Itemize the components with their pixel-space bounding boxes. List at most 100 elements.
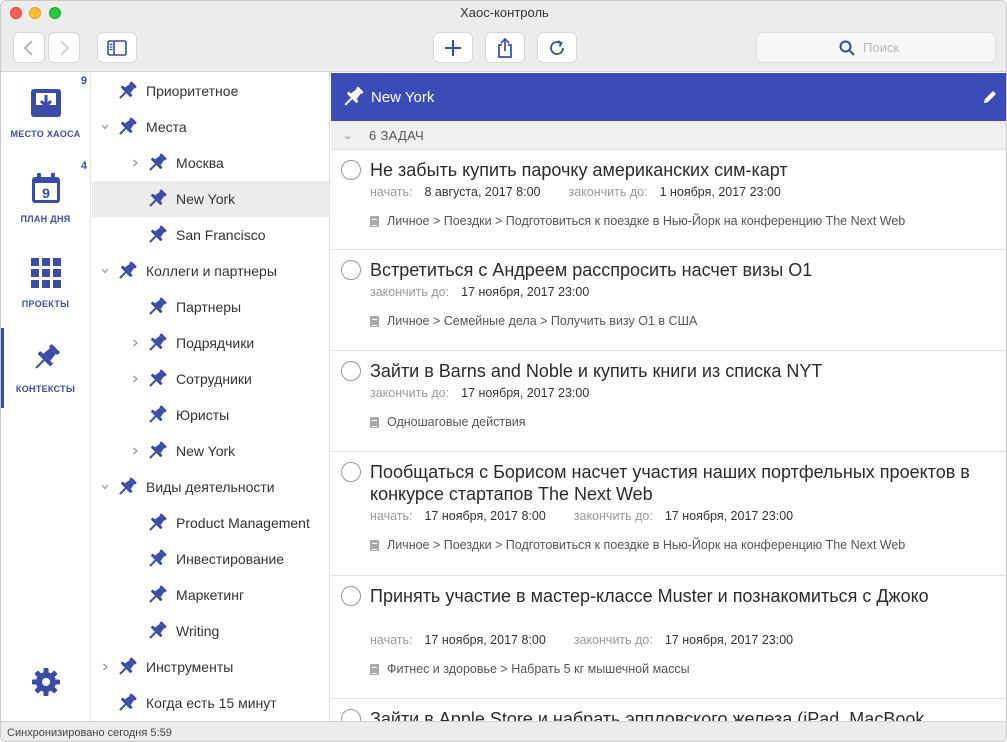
document-icon [370, 539, 379, 551]
chevron-right-icon[interactable] [100, 662, 110, 672]
pin-icon [116, 260, 138, 282]
task-project-path[interactable]: Личное > Семейные дела > Получить визу О… [370, 314, 697, 328]
tree-item[interactable]: Коллеги и партнеры [92, 253, 329, 289]
pin-icon [146, 188, 168, 210]
pencil-icon[interactable] [982, 89, 998, 105]
tree-item[interactable]: Приоритетное [92, 73, 329, 109]
plus-icon [445, 39, 461, 56]
task-row[interactable]: Пообщаться с Борисом насчет участия наши… [331, 452, 1006, 576]
document-icon [370, 315, 379, 327]
task-count-bar[interactable]: ⌄ 6 ЗАДАЧ [331, 121, 1006, 150]
tree-item[interactable]: Product Management [92, 505, 329, 541]
gear-icon[interactable] [31, 667, 61, 697]
sync-button[interactable] [537, 32, 577, 63]
task-title: Зайти в Apple Store и набрать эппловског… [370, 709, 925, 721]
grid-icon [31, 258, 61, 288]
back-button[interactable] [13, 32, 45, 63]
add-button[interactable] [433, 32, 473, 63]
task-checkbox[interactable] [341, 586, 361, 606]
tree-item[interactable]: San Francisco [92, 217, 329, 253]
search-input[interactable] [863, 40, 913, 55]
task-checkbox[interactable] [341, 160, 361, 180]
chevron-down-icon[interactable] [100, 266, 110, 276]
rail-count: 4 [80, 160, 87, 172]
task-checkbox[interactable] [341, 709, 361, 721]
task-row[interactable]: Принять участие в мастер-классе Muster и… [331, 576, 1006, 699]
task-dates: закончить до: 17 ноября, 2017 23:00 [370, 285, 589, 299]
pin-icon [116, 80, 138, 102]
tree-item[interactable]: New York [92, 181, 329, 217]
due-date: 17 ноября, 2017 23:00 [664, 633, 794, 647]
inbox-icon [31, 89, 61, 117]
tree-item[interactable]: Москва [92, 145, 329, 181]
due-date: 17 ноября, 2017 23:00 [461, 285, 590, 299]
toggle-sidebar-button[interactable] [97, 32, 137, 63]
tree-item-label: New York [176, 443, 236, 459]
task-row[interactable]: Зайти в Apple Store и набрать эппловског… [331, 699, 1006, 721]
task-path-text: Личное > Семейные дела > Получить визу О… [387, 314, 698, 328]
rail-item-chaos[interactable]: 9 МЕСТО ХАОСА [1, 73, 90, 153]
tree-item[interactable]: Юристы [92, 397, 329, 433]
sidebar-icon [107, 39, 127, 56]
due-label: закончить до: [573, 509, 653, 523]
tree-item-label: Инструменты [146, 659, 234, 675]
chevron-right-icon[interactable] [130, 446, 140, 456]
due-label: закончить до: [568, 185, 648, 199]
task-checkbox[interactable] [341, 260, 361, 280]
tree-item[interactable]: Виды деятельности [92, 469, 329, 505]
document-icon [370, 663, 379, 675]
due-label: закончить до: [370, 285, 450, 299]
forward-button[interactable] [48, 32, 80, 63]
chevron-right-icon[interactable] [130, 338, 140, 348]
rail-item-day-plan[interactable]: 4 9 ПЛАН ДНЯ [1, 158, 90, 238]
tree-item-label: Когда есть 15 минут [146, 695, 277, 711]
tree-item[interactable]: Маркетинг [92, 577, 329, 613]
task-title: Зайти в Barns and Noble и купить книги и… [370, 361, 823, 381]
start-label: начать: [370, 509, 413, 523]
task-title: Не забыть купить парочку американских си… [370, 160, 788, 180]
task-path-text: Личное > Поездки > Подготовиться к поезд… [387, 214, 906, 228]
task-project-path[interactable]: Личное > Поездки > Подготовиться к поезд… [370, 538, 905, 552]
task-path-text: Одношаговые действия [387, 415, 526, 429]
task-checkbox[interactable] [341, 361, 361, 381]
tree-item-label: Места [146, 119, 187, 135]
rail-label: МЕСТО ХАОСА [10, 129, 81, 139]
tree-item[interactable]: Партнеры [92, 289, 329, 325]
pin-icon [35, 344, 60, 369]
tree-item[interactable]: Writing [92, 613, 329, 649]
pin-icon [146, 224, 168, 246]
tree-item[interactable]: Инструменты [92, 649, 329, 685]
tree-item[interactable]: Места [92, 109, 329, 145]
tree-item[interactable]: Инвестирование [92, 541, 329, 577]
chevron-down-icon[interactable] [100, 482, 110, 492]
task-dates: начать: 8 августа, 2017 8:00 закончить до:… [370, 185, 781, 199]
rail-label: ПЛАН ДНЯ [20, 214, 71, 224]
tree-item-label: Подрядчики [176, 335, 255, 351]
rail-label: ПРОЕКТЫ [21, 299, 70, 309]
task-title: Встретиться с Андреем расспросить насчет… [370, 260, 813, 280]
tree-item[interactable]: Подрядчики [92, 325, 329, 361]
tree-item-label: Виды деятельности [146, 479, 275, 495]
chevron-right-icon[interactable] [130, 158, 140, 168]
task-checkbox[interactable] [341, 462, 361, 482]
chevron-down-icon[interactable] [100, 122, 110, 132]
task-row[interactable]: Не забыть купить парочку американских си… [331, 150, 1006, 250]
tree-item[interactable]: Сотрудники [92, 361, 329, 397]
pin-icon [116, 656, 138, 678]
task-project-path[interactable]: Одношаговые действия [370, 415, 525, 429]
share-button[interactable] [485, 32, 525, 63]
task-count: 6 ЗАДАЧ [369, 128, 425, 143]
app-window: Хаос-контроль 9 МЕСТО ХАОСА [0, 0, 1007, 742]
task-project-path[interactable]: Личное > Поездки > Подготовиться к поезд… [370, 214, 905, 228]
rail-item-projects[interactable]: ПРОЕКТЫ [1, 243, 90, 323]
task-project-path[interactable]: Фитнес и здоровье > Набрать 5 кг мышечно… [370, 662, 690, 676]
task-row[interactable]: Зайти в Barns and Noble и купить книги и… [331, 351, 1006, 452]
tree-item[interactable]: Когда есть 15 минут [92, 685, 329, 721]
pin-icon [146, 152, 168, 174]
rail-item-contexts[interactable]: КОНТЕКСТЫ [1, 328, 90, 408]
tree-item-label: Приоритетное [146, 83, 239, 99]
chevron-right-icon[interactable] [130, 374, 140, 384]
task-row[interactable]: Встретиться с Андреем расспросить насчет… [331, 250, 1006, 351]
tree-item[interactable]: New York [92, 433, 329, 469]
search-field[interactable] [756, 32, 996, 63]
